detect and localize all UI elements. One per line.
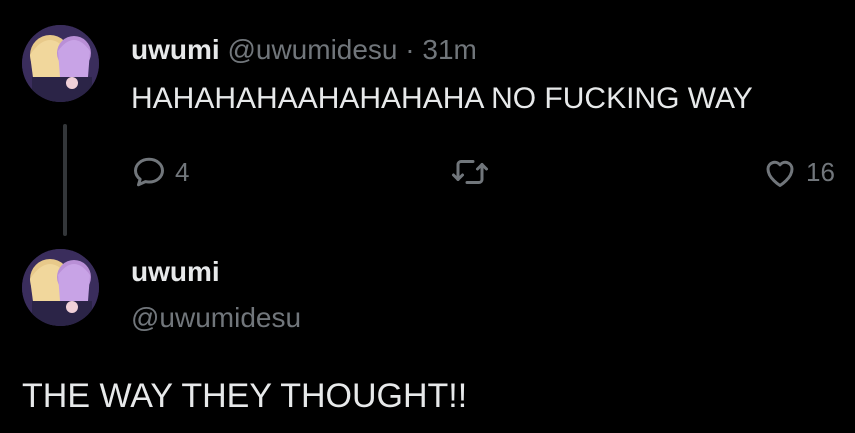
timestamp[interactable]: 31m bbox=[422, 34, 476, 65]
separator: · bbox=[405, 34, 415, 65]
avatar-image bbox=[22, 249, 99, 326]
retweet-icon bbox=[450, 154, 490, 190]
handle[interactable]: @uwumidesu bbox=[131, 302, 301, 334]
like-icon bbox=[762, 155, 798, 189]
reply-icon bbox=[131, 154, 167, 190]
thread-line bbox=[63, 124, 67, 236]
like-count: 16 bbox=[806, 156, 835, 187]
avatar[interactable] bbox=[22, 249, 99, 326]
like-button[interactable]: 16 bbox=[762, 155, 835, 189]
tweet-text: HAHAHAHAAHAHAHAHA NO FUCKING WAY bbox=[131, 82, 753, 115]
display-name[interactable]: uwumi bbox=[131, 256, 220, 288]
reply-count: 4 bbox=[175, 156, 190, 187]
tweet-text: THE WAY THEY THOUGHT!! bbox=[22, 377, 468, 415]
reply-button[interactable]: 4 bbox=[131, 154, 189, 190]
handle[interactable]: @uwumidesu bbox=[227, 34, 397, 65]
retweet-button[interactable] bbox=[450, 154, 490, 190]
avatar[interactable] bbox=[22, 25, 99, 102]
avatar-image bbox=[22, 25, 99, 102]
display-name[interactable]: uwumi bbox=[131, 34, 220, 65]
